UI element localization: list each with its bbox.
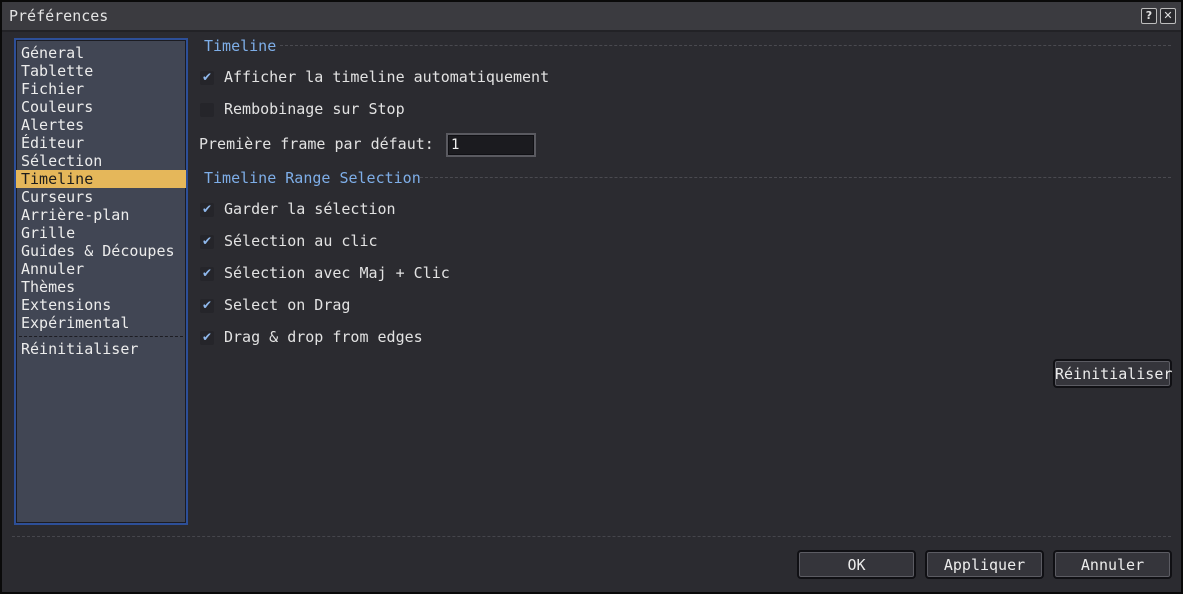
preferences-window: Préférences ? ✕ Géneral Tablette Fichier… bbox=[0, 0, 1183, 594]
auto-show-label: Afficher la timeline automatiquement bbox=[224, 68, 550, 86]
close-icon[interactable]: ✕ bbox=[1160, 8, 1176, 24]
sidebar-item-background[interactable]: Arrière-plan bbox=[16, 206, 186, 224]
section-divider bbox=[420, 177, 1171, 178]
range-selection-section-title: Timeline Range Selection bbox=[204, 169, 421, 187]
ok-button[interactable]: OK bbox=[797, 550, 916, 579]
cancel-button[interactable]: Annuler bbox=[1053, 550, 1172, 579]
sidebar-item-colors[interactable]: Couleurs bbox=[16, 98, 186, 116]
sidebar-item-experimental[interactable]: Expérimental bbox=[16, 314, 186, 332]
sidebar: Géneral Tablette Fichier Couleurs Alerte… bbox=[14, 38, 188, 525]
sidebar-item-extensions[interactable]: Extensions bbox=[16, 296, 186, 314]
drag-drop-edges-label: Drag & drop from edges bbox=[224, 328, 423, 346]
sidebar-item-tablet[interactable]: Tablette bbox=[16, 62, 186, 80]
sidebar-item-themes[interactable]: Thèmes bbox=[16, 278, 186, 296]
keep-selection-label: Garder la sélection bbox=[224, 200, 396, 218]
keep-selection-checkbox[interactable]: ✔ bbox=[200, 203, 214, 217]
apply-button[interactable]: Appliquer bbox=[925, 550, 1044, 579]
sidebar-divider bbox=[19, 336, 183, 337]
auto-show-checkbox[interactable]: ✔ bbox=[200, 71, 214, 85]
rewind-on-stop-label: Rembobinage sur Stop bbox=[224, 100, 405, 118]
window-title: Préférences bbox=[9, 7, 109, 25]
sidebar-item-alerts[interactable]: Alertes bbox=[16, 116, 186, 134]
sidebar-item-undo[interactable]: Annuler bbox=[16, 260, 186, 278]
sidebar-item-grid[interactable]: Grille bbox=[16, 224, 186, 242]
first-frame-label: Première frame par défaut: bbox=[199, 135, 434, 153]
select-on-click-label: Sélection au clic bbox=[224, 232, 378, 250]
sidebar-item-guides-slices[interactable]: Guides & Découpes bbox=[16, 242, 186, 260]
timeline-section-title: Timeline bbox=[204, 37, 277, 55]
select-on-drag-label: Select on Drag bbox=[224, 296, 351, 314]
reset-button[interactable]: Réinitialiser bbox=[1053, 359, 1172, 388]
sidebar-item-cursors[interactable]: Curseurs bbox=[16, 188, 186, 206]
first-frame-input[interactable] bbox=[446, 133, 536, 157]
select-shift-click-checkbox[interactable]: ✔ bbox=[200, 267, 214, 281]
rewind-on-stop-checkbox[interactable] bbox=[200, 103, 214, 117]
range-selection-section-header: Timeline Range Selection bbox=[204, 169, 1171, 187]
select-shift-click-label: Sélection avec Maj + Clic bbox=[224, 264, 450, 282]
sidebar-item-selection[interactable]: Sélection bbox=[16, 152, 186, 170]
section-divider bbox=[280, 45, 1171, 46]
title-bar[interactable]: Préférences ? ✕ bbox=[2, 2, 1181, 32]
sidebar-item-editor[interactable]: Éditeur bbox=[16, 134, 186, 152]
select-on-drag-checkbox[interactable]: ✔ bbox=[200, 299, 214, 313]
footer-divider bbox=[12, 536, 1171, 537]
select-on-click-checkbox[interactable]: ✔ bbox=[200, 235, 214, 249]
sidebar-item-file[interactable]: Fichier bbox=[16, 80, 186, 98]
sidebar-item-timeline[interactable]: Timeline bbox=[16, 170, 186, 188]
sidebar-item-reset[interactable]: Réinitialiser bbox=[16, 340, 186, 358]
help-icon[interactable]: ? bbox=[1141, 8, 1157, 24]
drag-drop-edges-checkbox[interactable]: ✔ bbox=[200, 331, 214, 345]
sidebar-item-general[interactable]: Géneral bbox=[16, 44, 186, 62]
timeline-section-header: Timeline bbox=[204, 37, 1171, 55]
